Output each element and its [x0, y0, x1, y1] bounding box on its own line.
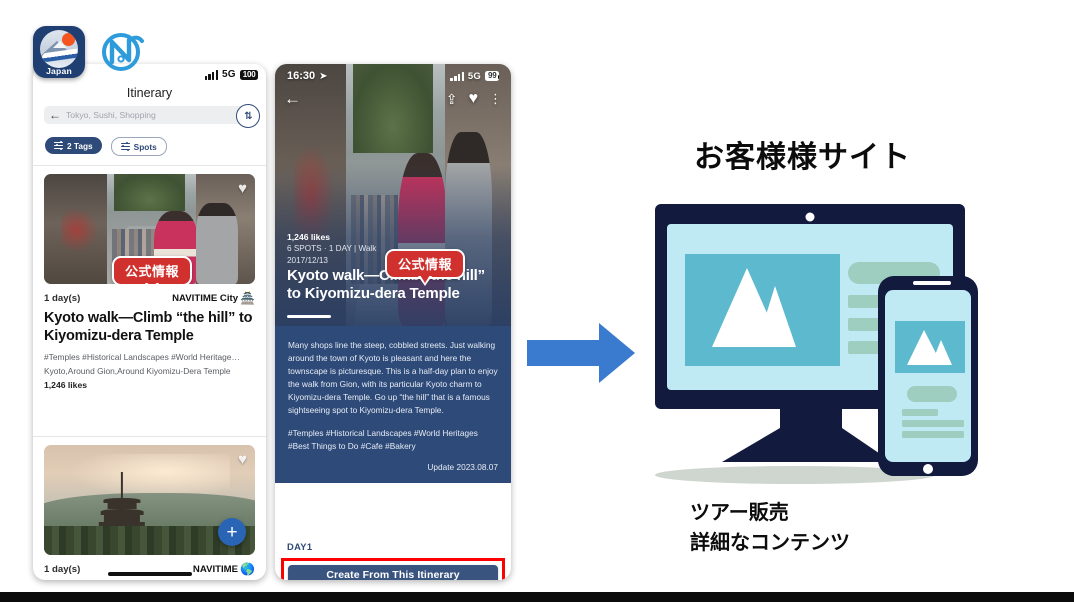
subheadline-line-1: ツアー販売	[690, 500, 789, 524]
phone-heading-bar	[907, 386, 957, 402]
hero-meta: 6 SPOTS · 1 DAY | Walk 2017/12/13	[287, 244, 377, 265]
page-headline: お客様様サイト	[694, 140, 911, 175]
phone-text-bar	[902, 420, 964, 427]
brand-label: NAVITIME City 🏯	[172, 291, 255, 305]
right-status-bar: 16:30 ➤ 5G 99	[275, 70, 511, 82]
network-label: 5G	[467, 70, 481, 82]
duration-label: 1 day(s)	[44, 292, 81, 304]
card-tags: #Temples #Historical Landscapes #World H…	[44, 352, 240, 363]
webcam-icon	[805, 212, 815, 222]
bottom-border	[0, 592, 1074, 602]
phone-itinerary-detail: 16:30 ➤ 5G 99 ← ⇪ ♥ ⋮ 1,246 likes 6 SPOT…	[275, 64, 511, 580]
search-placeholder: Tokyo, Sushi, Shopping	[66, 110, 156, 120]
app-icon-label: Japan	[46, 66, 72, 76]
official-badge: 公式情報	[112, 256, 193, 284]
add-itinerary-button[interactable]: +	[218, 518, 246, 546]
left-status-bar: 5G 100	[204, 69, 258, 80]
card-title: Kyoto walk—Climb “the hill” to Kiyomizu-…	[44, 310, 253, 344]
card-photo[interactable]: ♥ +	[44, 445, 255, 555]
search-field[interactable]: ← Tokyo, Sushi, Shopping	[44, 106, 255, 124]
flow-arrow-icon	[527, 323, 635, 383]
filter-icon	[120, 142, 130, 151]
phone-itinerary-list: 5G 100 Itinerary ← Tokyo, Sushi, Shoppin…	[33, 64, 266, 580]
official-badge: 公式情報	[385, 249, 466, 286]
filter-icon	[54, 141, 63, 150]
phone-home-button	[923, 464, 933, 474]
location-arrow-icon: ➤	[319, 70, 328, 82]
signal-icon	[204, 70, 218, 80]
favorite-heart-icon[interactable]: ♥	[238, 452, 247, 467]
card-likes: 1,246 likes	[44, 379, 88, 390]
phone-text-bar	[902, 431, 964, 438]
day-label: DAY1	[287, 541, 313, 552]
duration-label: 1 day(s)	[44, 563, 81, 575]
hero-underline	[287, 314, 331, 318]
badge-tail-icon	[145, 282, 159, 284]
network-label: 5G	[222, 69, 236, 80]
navitime-n-mark	[102, 33, 144, 71]
updated-label: Update 2023.08.07	[427, 461, 498, 472]
phone-speaker	[913, 281, 951, 285]
page-subheadline: ツアー販売 詳細なコンテンツ	[690, 497, 850, 557]
fuji-artwork	[40, 30, 78, 68]
battery-indicator: 100	[239, 69, 258, 80]
badge-tail-icon	[418, 275, 432, 286]
status-time: 16:30 ➤	[287, 70, 328, 82]
description-hashtags: #Temples #Historical Landscapes #World H…	[288, 427, 478, 451]
list-divider	[33, 165, 266, 166]
fuji-snowcap	[53, 41, 67, 48]
subheadline-line-2: 詳細なコンテンツ	[690, 530, 850, 554]
card-area: Kyoto,Around Gion,Around Kiyomizu-Dera T…	[44, 365, 231, 376]
description-panel: Many shops line the steep, cobbled stree…	[275, 326, 511, 483]
card-photo[interactable]: ♥ 公式情報	[44, 174, 255, 284]
hero-section: 16:30 ➤ 5G 99 ← ⇪ ♥ ⋮ 1,246 likes 6 SPOT…	[275, 64, 511, 326]
cta-highlight-box: Create From This Itinerary	[281, 558, 505, 580]
chip-tags[interactable]: 2 Tags	[45, 137, 102, 154]
phone-text-bar	[902, 409, 938, 416]
card-meta-row: 1 day(s) NAVITIME City 🏯	[44, 291, 255, 305]
sort-button[interactable]: ⇅	[236, 104, 260, 128]
official-badge-label: 公式情報	[125, 264, 180, 279]
description-text: Many shops line the steep, cobbled stree…	[288, 340, 498, 416]
battery-indicator: 99	[485, 71, 499, 81]
navitime-globe-icon: 🌎	[240, 562, 255, 576]
create-from-itinerary-button[interactable]: Create From This Itinerary	[288, 564, 498, 580]
list-divider	[33, 436, 266, 437]
share-icon[interactable]: ⇪	[446, 92, 458, 106]
hero-likes: 1,246 likes	[287, 232, 331, 242]
favorite-heart-icon[interactable]: ♥	[238, 181, 247, 196]
hero-date: 2017/12/13	[287, 255, 328, 265]
signal-icon	[450, 71, 464, 81]
back-arrow-icon[interactable]: ←	[44, 109, 66, 121]
list-item[interactable]: ♥ 公式情報 1 day(s) NAVITIME City 🏯 Kyoto wa…	[44, 174, 255, 390]
more-options-icon[interactable]: ⋮	[489, 92, 502, 105]
japan-app-icon[interactable]: Japan	[33, 26, 85, 78]
brand-label: NAVITIME 🌎	[192, 562, 255, 576]
chip-spots-label: Spots	[133, 141, 157, 152]
slide-canvas: 5G 100 Itinerary ← Tokyo, Sushi, Shoppin…	[0, 0, 1074, 592]
page-title: Itinerary	[126, 86, 173, 100]
temple-icon: 🏯	[240, 291, 255, 305]
monitor-base	[722, 428, 892, 462]
responsive-devices-illustration	[655, 204, 978, 484]
favorite-heart-icon[interactable]: ♥	[469, 90, 479, 107]
hero-nav-bar: ← ⇪ ♥ ⋮	[275, 90, 511, 107]
home-indicator	[107, 572, 192, 576]
list-item[interactable]: ♥ + 1 day(s) NAVITIME 🌎	[44, 445, 255, 576]
chip-tags-label: 2 Tags	[67, 140, 93, 151]
official-badge-label: 公式情報	[398, 257, 453, 272]
filter-chip-group: 2 Tags Spots	[45, 137, 167, 156]
chip-spots[interactable]: Spots	[110, 137, 167, 156]
back-arrow-icon[interactable]: ←	[284, 90, 301, 107]
